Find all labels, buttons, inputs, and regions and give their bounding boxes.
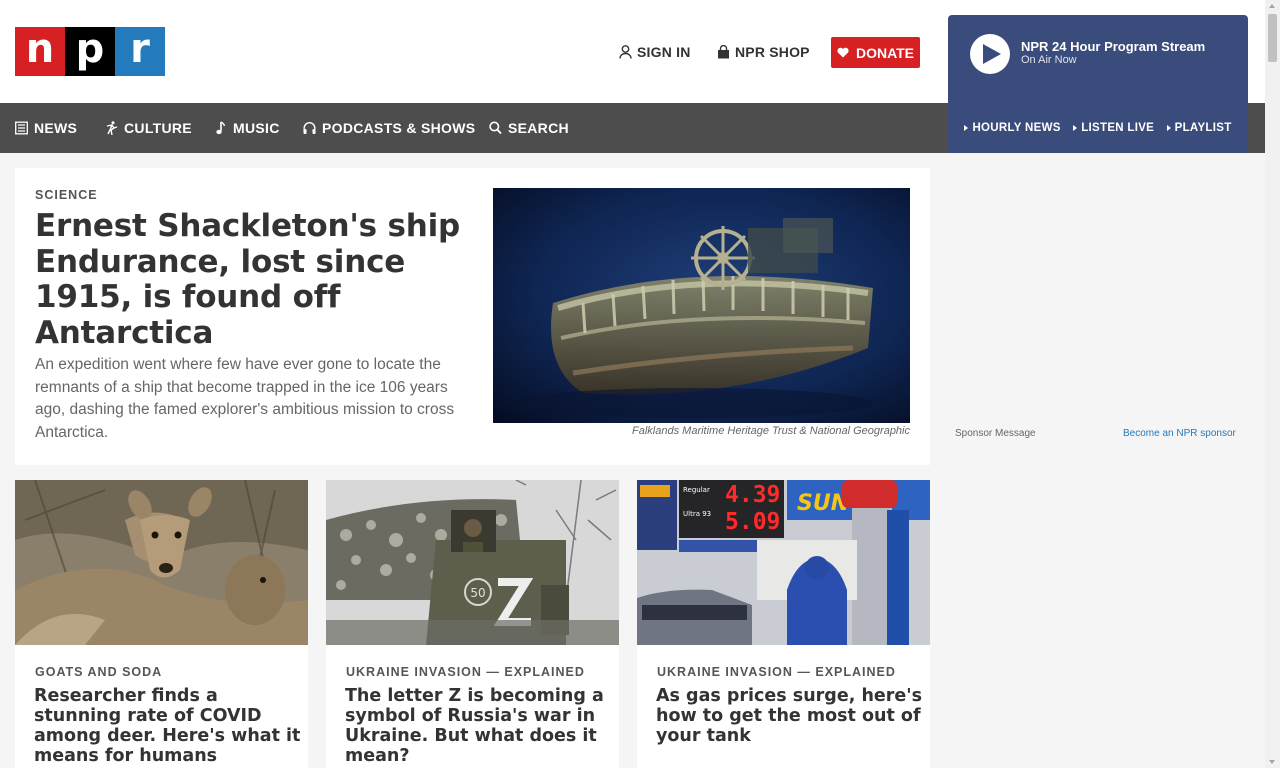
logo-letter-p: p bbox=[65, 27, 115, 76]
nav-label-music: MUSIC bbox=[233, 120, 280, 136]
scroll-down-arrow-icon[interactable] bbox=[1269, 760, 1275, 764]
npr-logo[interactable]: n p r bbox=[15, 27, 165, 76]
page-scrollbar[interactable] bbox=[1265, 0, 1280, 768]
caret-right-icon bbox=[1166, 125, 1171, 131]
become-sponsor-link[interactable]: Become an NPR sponsor bbox=[1123, 428, 1236, 439]
gas-station-image[interactable]: Regular Ultra 93 4.39 5.09 SUN bbox=[637, 480, 930, 645]
logo-letter-n: n bbox=[15, 27, 65, 76]
featured-title[interactable]: Ernest Shackleton's ship Endurance, lost… bbox=[35, 208, 475, 351]
card-slug[interactable]: UKRAINE INVASION — EXPLAINED bbox=[346, 665, 585, 679]
featured-image-credit: Falklands Maritime Heritage Trust & Nati… bbox=[632, 425, 910, 437]
donate-button[interactable]: DONATE bbox=[831, 37, 920, 68]
newspaper-icon bbox=[15, 121, 28, 135]
nav-item-podcasts[interactable]: PODCASTS & SHOWS bbox=[303, 103, 475, 153]
npr-shop-link[interactable]: NPR SHOP bbox=[717, 37, 810, 67]
user-icon bbox=[619, 45, 632, 59]
sponsor-message-label: Sponsor Message bbox=[955, 428, 1036, 439]
playlist-link[interactable]: PLAYLIST bbox=[1166, 122, 1232, 134]
dancer-icon bbox=[106, 121, 118, 135]
music-note-icon bbox=[216, 121, 226, 135]
deer-photo bbox=[15, 480, 308, 645]
svg-text:50: 50 bbox=[470, 586, 485, 600]
play-button[interactable] bbox=[970, 34, 1010, 74]
sign-in-label: SIGN IN bbox=[637, 44, 691, 60]
card-title[interactable]: As gas prices surge, here's how to get t… bbox=[656, 686, 924, 746]
story-card-letter-z: 50 UKRAINE INVASION — EXPLAINED The lett… bbox=[326, 480, 619, 768]
card-title[interactable]: The letter Z is becoming a symbol of Rus… bbox=[345, 686, 613, 766]
featured-image-shipwreck[interactable] bbox=[493, 188, 910, 423]
regular-price: 4.39 bbox=[725, 482, 780, 508]
featured-story: SCIENCE Ernest Shackleton's ship Enduran… bbox=[15, 168, 930, 465]
svg-text:Ultra 93: Ultra 93 bbox=[683, 510, 711, 518]
caret-right-icon bbox=[1073, 125, 1078, 131]
playlist-label: PLAYLIST bbox=[1174, 122, 1232, 134]
svg-text:Regular: Regular bbox=[683, 486, 710, 494]
nav-item-culture[interactable]: CULTURE bbox=[105, 103, 192, 153]
nav-label-search: SEARCH bbox=[508, 120, 569, 136]
player-subtitle: On Air Now bbox=[1021, 54, 1077, 66]
military-truck-photo: 50 bbox=[326, 480, 619, 645]
headphones-icon bbox=[303, 122, 316, 134]
gas-station-photo: Regular Ultra 93 4.39 5.09 SUN bbox=[637, 480, 930, 645]
main-nav: NEWS CULTURE MUSIC PODCASTS & SHOWS SEAR… bbox=[0, 103, 1265, 153]
player-links: HOURLY NEWS LISTEN LIVE PLAYLIST bbox=[948, 103, 1248, 153]
search-icon bbox=[489, 121, 502, 135]
scroll-thumb[interactable] bbox=[1268, 14, 1277, 62]
site-header: n p r SIGN IN NPR SHOP DONATE NPR 24 Hou… bbox=[0, 0, 1265, 103]
live-stream-player: NPR 24 Hour Program Stream On Air Now bbox=[948, 15, 1248, 103]
listen-live-label: LISTEN LIVE bbox=[1081, 122, 1155, 134]
shopping-bag-icon bbox=[718, 45, 729, 59]
player-title[interactable]: NPR 24 Hour Program Stream bbox=[1021, 39, 1205, 54]
heart-icon bbox=[837, 47, 849, 58]
nav-label-podcasts: PODCASTS & SHOWS bbox=[322, 120, 476, 136]
play-icon bbox=[982, 44, 1001, 64]
story-card-gas-prices: Regular Ultra 93 4.39 5.09 SUN UKRAINE I… bbox=[637, 480, 930, 768]
hourly-news-label: HOURLY NEWS bbox=[972, 122, 1061, 134]
caret-right-icon bbox=[964, 125, 969, 131]
donate-label: DONATE bbox=[855, 44, 915, 61]
ultra-price: 5.09 bbox=[725, 509, 780, 535]
nav-label-culture: CULTURE bbox=[124, 120, 192, 136]
card-slug[interactable]: UKRAINE INVASION — EXPLAINED bbox=[657, 665, 896, 679]
listen-live-link[interactable]: LISTEN LIVE bbox=[1073, 122, 1154, 134]
hourly-news-link[interactable]: HOURLY NEWS bbox=[964, 122, 1060, 134]
nav-item-search[interactable]: SEARCH bbox=[489, 103, 569, 153]
featured-teaser[interactable]: An expedition went where few have ever g… bbox=[35, 354, 455, 444]
featured-slug[interactable]: SCIENCE bbox=[35, 188, 98, 202]
deer-image[interactable] bbox=[15, 480, 308, 645]
svg-text:SUN: SUN bbox=[797, 491, 849, 516]
nav-item-music[interactable]: MUSIC bbox=[214, 103, 280, 153]
nav-label-news: NEWS bbox=[34, 120, 78, 136]
scroll-up-arrow-icon[interactable] bbox=[1269, 4, 1275, 8]
logo-letter-r: r bbox=[115, 27, 165, 76]
nav-item-news[interactable]: NEWS bbox=[15, 103, 77, 153]
npr-shop-label: NPR SHOP bbox=[735, 44, 810, 60]
card-title[interactable]: Researcher finds a stunning rate of COVI… bbox=[34, 686, 302, 766]
story-card-deer: GOATS AND SODA Researcher finds a stunni… bbox=[15, 480, 308, 768]
sign-in-link[interactable]: SIGN IN bbox=[619, 37, 691, 67]
card-slug[interactable]: GOATS AND SODA bbox=[35, 665, 162, 679]
military-truck-image[interactable]: 50 bbox=[326, 480, 619, 645]
shipwreck-image bbox=[493, 188, 910, 423]
